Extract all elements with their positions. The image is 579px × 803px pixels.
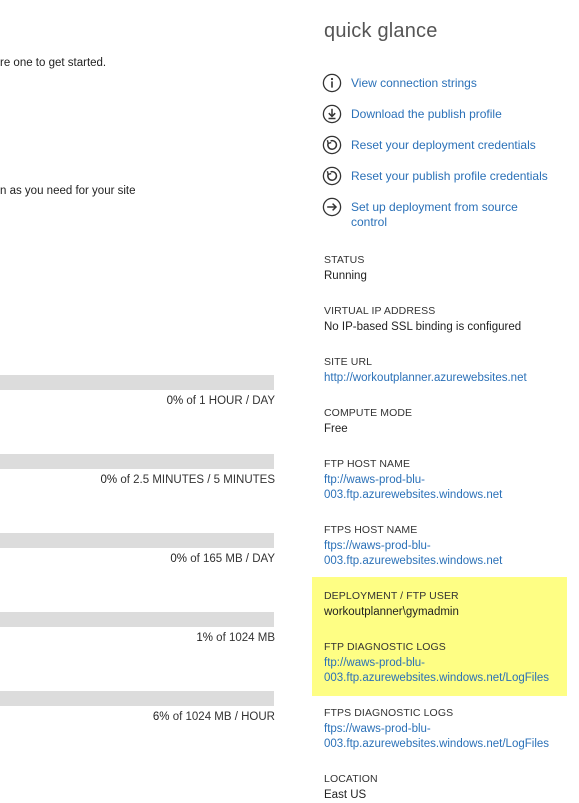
ftp-host-link[interactable]: ftp://waws-prod-blu-003.ftp.azurewebsite… <box>324 473 524 503</box>
site-url-property: SITE URL http://workoutplanner.azurewebs… <box>324 356 574 386</box>
intro-text: re one to get started. <box>0 57 107 69</box>
quick-glance-title: quick glance <box>324 20 438 42</box>
view-connection-strings-link[interactable]: View connection strings <box>322 73 551 93</box>
compute-mode-label: COMPUTE MODE <box>324 407 413 419</box>
usage-label-data-out: 0% of 165 MB / DAY <box>0 553 275 565</box>
ftp-host-property: FTP HOST NAME ftp://waws-prod-blu-003.ft… <box>324 458 524 503</box>
ftps-host-property: FTPS HOST NAME ftps://waws-prod-blu-003.… <box>324 524 524 569</box>
usage-percent: 0% <box>170 553 187 565</box>
location-label: LOCATION <box>324 773 378 785</box>
status-property: STATUS Running <box>324 254 574 284</box>
virtual-ip-property: VIRTUAL IP ADDRESS No IP-based SSL bindi… <box>324 305 574 335</box>
setup-deployment-source-control-link[interactable]: Set up deployment from source control <box>322 197 551 230</box>
usage-label-cpu-short: 0% of 2.5 MINUTES / 5 MINUTES <box>0 474 275 486</box>
ftps-diagnostic-logs-property: FTPS DIAGNOSTIC LOGS ftps://waws-prod-bl… <box>324 707 564 752</box>
action-label: Reset your publish profile credentials <box>351 169 548 183</box>
usage-label-memory: 6% of 1024 MB / HOUR <box>0 711 275 723</box>
arrow-right-icon <box>322 197 342 217</box>
download-icon <box>322 104 342 124</box>
usage-label-cpu: 0% of 1 HOUR / DAY <box>0 395 275 407</box>
action-label: Set up deployment from source control <box>351 200 518 229</box>
virtual-ip-label: VIRTUAL IP ADDRESS <box>324 305 436 317</box>
usage-percent: 0% <box>166 395 184 407</box>
usage-quota: of 1024 MB / HOUR <box>169 711 275 723</box>
ftp-logs-label: FTP DIAGNOSTIC LOGS <box>324 641 446 653</box>
action-label: Download the publish profile <box>351 107 502 121</box>
site-url-label: SITE URL <box>324 356 373 368</box>
action-label: View connection strings <box>351 76 477 90</box>
location-value: East US <box>324 789 367 801</box>
virtual-ip-value: No IP-based SSL binding is configured <box>324 321 522 333</box>
usage-bar-data-out <box>0 533 274 548</box>
usage-bar-cpu <box>0 375 274 390</box>
usage-label-file-system: 1% of 1024 MB <box>0 632 275 644</box>
deployment-user-label: DEPLOYMENT / FTP USER <box>324 590 459 602</box>
location-property: LOCATION East US <box>324 773 574 803</box>
compute-mode-property: COMPUTE MODE Free <box>324 407 574 437</box>
usage-bar-file-system <box>0 612 274 627</box>
ftps-host-link[interactable]: ftps://waws-prod-blu-003.ftp.azurewebsit… <box>324 539 524 569</box>
reset-deployment-credentials-link[interactable]: Reset your deployment credentials <box>322 135 551 155</box>
usage-bar-memory <box>0 691 274 706</box>
usage-quota: of 165 MB / DAY <box>187 553 275 565</box>
site-url-link[interactable]: http://workoutplanner.azurewebsites.net <box>324 371 574 386</box>
ftps-logs-link[interactable]: ftps://waws-prod-blu-003.ftp.azurewebsit… <box>324 722 564 752</box>
intro-text: n as you need for your site <box>0 185 136 197</box>
reset-publish-profile-credentials-link[interactable]: Reset your publish profile credentials <box>322 166 551 186</box>
ftps-host-label: FTPS HOST NAME <box>324 524 418 536</box>
ftp-logs-link[interactable]: ftp://waws-prod-blu-003.ftp.azurewebsite… <box>324 656 564 686</box>
action-label: Reset your deployment credentials <box>351 138 536 152</box>
compute-mode-value: Free <box>324 423 348 435</box>
ftps-logs-label: FTPS DIAGNOSTIC LOGS <box>324 707 454 719</box>
deployment-user-property: DEPLOYMENT / FTP USER workoutplanner\gym… <box>324 590 574 620</box>
usage-percent: 6% <box>152 711 170 723</box>
usage-percent: 0% <box>100 474 118 486</box>
quick-glance-panel: quick glance View connection strings Dow… <box>312 0 579 801</box>
usage-bar-cpu-short <box>0 454 274 469</box>
reset-icon <box>322 166 342 186</box>
usage-quota: of 2.5 MINUTES / 5 MINUTES <box>117 474 275 486</box>
usage-percent: 1% <box>196 632 213 644</box>
ftp-host-label: FTP HOST NAME <box>324 458 411 470</box>
reset-icon <box>322 135 342 155</box>
ftp-diagnostic-logs-property: FTP DIAGNOSTIC LOGS ftp://waws-prod-blu-… <box>324 641 564 686</box>
usage-overview-panel: re one to get started. n as you need for… <box>0 0 280 795</box>
status-value: Running <box>324 270 367 282</box>
usage-quota: of 1 HOUR / DAY <box>183 395 275 407</box>
download-publish-profile-link[interactable]: Download the publish profile <box>322 104 551 124</box>
deployment-user-value: workoutplanner\gymadmin <box>324 606 459 618</box>
status-label: STATUS <box>324 254 365 266</box>
usage-quota: of 1024 MB <box>212 632 275 644</box>
info-icon <box>322 73 342 93</box>
